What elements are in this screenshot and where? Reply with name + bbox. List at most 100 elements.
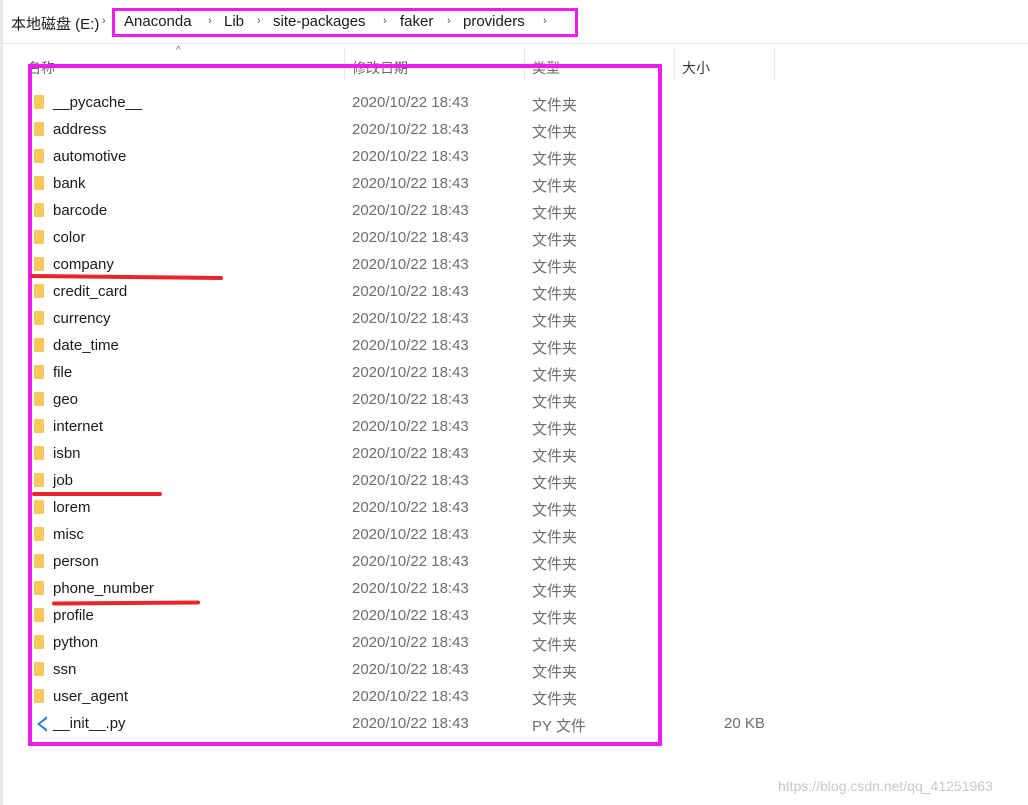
folder-icon (34, 581, 44, 595)
column-header-row: 名称 修改日期 类型 大小 (0, 48, 1028, 82)
file-type: 文件夹 (532, 502, 578, 519)
sort-ascending-icon: ^ (176, 45, 181, 56)
file-name: user_agent (53, 688, 129, 705)
address-bar[interactable]: 本地磁盘 (E:) › Anaconda › Lib › site-packag… (0, 0, 1028, 44)
file-row[interactable]: currency 2020/10/22 18:43 文件夹 (20, 306, 780, 333)
file-row[interactable]: python 2020/10/22 18:43 文件夹 (20, 630, 780, 657)
file-name: automotive (53, 148, 127, 165)
watermark: https://blog.csdn.net/qq_41251963 (778, 778, 993, 794)
python-file-icon (34, 715, 47, 732)
file-row[interactable]: ssn 2020/10/22 18:43 文件夹 (20, 657, 780, 684)
file-size: 20 KB (724, 715, 765, 732)
file-row[interactable]: person 2020/10/22 18:43 文件夹 (20, 549, 780, 576)
folder-icon (34, 95, 44, 109)
file-type: 文件夹 (532, 259, 578, 276)
file-modified-date: 2020/10/22 18:43 (352, 472, 469, 489)
folder-icon (34, 689, 44, 703)
annotation-underline-job (32, 492, 162, 496)
file-modified-date: 2020/10/22 18:43 (352, 607, 469, 624)
file-row[interactable]: user_agent 2020/10/22 18:43 文件夹 (20, 684, 780, 711)
folder-icon (34, 365, 44, 379)
file-name: ssn (53, 661, 77, 678)
file-modified-date: 2020/10/22 18:43 (352, 229, 469, 246)
column-divider[interactable] (774, 48, 775, 80)
column-header-size[interactable]: 大小 (682, 58, 710, 78)
file-type: 文件夹 (532, 475, 578, 492)
file-row[interactable]: __init__.py 2020/10/22 18:43 PY 文件 20 KB (20, 711, 780, 738)
file-row[interactable]: profile 2020/10/22 18:43 文件夹 (20, 603, 780, 630)
file-modified-date: 2020/10/22 18:43 (352, 391, 469, 408)
file-row[interactable]: address 2020/10/22 18:43 文件夹 (20, 117, 780, 144)
breadcrumb-drive[interactable]: 本地磁盘 (E:) (11, 13, 99, 34)
file-name: lorem (53, 499, 91, 516)
file-row[interactable]: file 2020/10/22 18:43 文件夹 (20, 360, 780, 387)
folder-icon (34, 284, 44, 298)
file-modified-date: 2020/10/22 18:43 (352, 526, 469, 543)
file-name: profile (53, 607, 94, 624)
column-divider[interactable] (524, 48, 525, 80)
file-modified-date: 2020/10/22 18:43 (352, 121, 469, 138)
file-name: bank (53, 175, 86, 192)
column-header-type[interactable]: 类型 (532, 58, 560, 78)
chevron-right-icon[interactable]: › (102, 15, 106, 27)
column-divider[interactable] (674, 48, 675, 80)
file-type: 文件夹 (532, 340, 578, 357)
file-row[interactable]: bank 2020/10/22 18:43 文件夹 (20, 171, 780, 198)
folder-icon (34, 635, 44, 649)
folder-icon (34, 446, 44, 460)
folder-icon (34, 311, 44, 325)
file-modified-date: 2020/10/22 18:43 (352, 202, 469, 219)
file-modified-date: 2020/10/22 18:43 (352, 499, 469, 516)
file-row[interactable]: misc 2020/10/22 18:43 文件夹 (20, 522, 780, 549)
file-modified-date: 2020/10/22 18:43 (352, 310, 469, 327)
file-name: date_time (53, 337, 119, 354)
file-type: 文件夹 (532, 124, 578, 141)
file-type: 文件夹 (532, 151, 578, 168)
file-row[interactable]: __pycache__ 2020/10/22 18:43 文件夹 (20, 90, 780, 117)
file-row[interactable]: job 2020/10/22 18:43 文件夹 (20, 468, 780, 495)
file-modified-date: 2020/10/22 18:43 (352, 148, 469, 165)
file-type: 文件夹 (532, 232, 578, 249)
file-row[interactable]: color 2020/10/22 18:43 文件夹 (20, 225, 780, 252)
folder-icon (34, 122, 44, 136)
file-type: 文件夹 (532, 610, 578, 627)
file-type: 文件夹 (532, 583, 578, 600)
column-header-date[interactable]: 修改日期 (352, 58, 408, 78)
file-modified-date: 2020/10/22 18:43 (352, 580, 469, 597)
file-type: 文件夹 (532, 286, 578, 303)
column-header-name[interactable]: 名称 (27, 58, 55, 78)
folder-icon (34, 149, 44, 163)
file-name: file (53, 364, 73, 381)
folder-icon (34, 554, 44, 568)
file-modified-date: 2020/10/22 18:43 (352, 715, 469, 732)
file-row[interactable]: lorem 2020/10/22 18:43 文件夹 (20, 495, 780, 522)
folder-icon (34, 257, 44, 271)
file-name: phone_number (53, 580, 154, 597)
file-row[interactable]: phone_number 2020/10/22 18:43 文件夹 (20, 576, 780, 603)
file-type: 文件夹 (532, 556, 578, 573)
file-type: 文件夹 (532, 394, 578, 411)
file-type: 文件夹 (532, 448, 578, 465)
column-divider[interactable] (344, 48, 345, 80)
folder-icon (34, 608, 44, 622)
folder-icon (34, 419, 44, 433)
folder-icon (34, 527, 44, 541)
file-row[interactable]: internet 2020/10/22 18:43 文件夹 (20, 414, 780, 441)
file-name: python (53, 634, 99, 651)
folder-icon (34, 338, 44, 352)
file-row[interactable]: isbn 2020/10/22 18:43 文件夹 (20, 441, 780, 468)
file-type: 文件夹 (532, 637, 578, 654)
file-modified-date: 2020/10/22 18:43 (352, 553, 469, 570)
file-modified-date: 2020/10/22 18:43 (352, 283, 469, 300)
folder-icon (34, 473, 44, 487)
file-type: 文件夹 (532, 421, 578, 438)
file-row[interactable]: geo 2020/10/22 18:43 文件夹 (20, 387, 780, 414)
file-row[interactable]: automotive 2020/10/22 18:43 文件夹 (20, 144, 780, 171)
file-row[interactable]: credit_card 2020/10/22 18:43 文件夹 (20, 279, 780, 306)
file-name: address (53, 121, 107, 138)
file-row[interactable]: date_time 2020/10/22 18:43 文件夹 (20, 333, 780, 360)
file-modified-date: 2020/10/22 18:43 (352, 256, 469, 273)
file-name: __init__.py (53, 715, 126, 732)
file-row[interactable]: barcode 2020/10/22 18:43 文件夹 (20, 198, 780, 225)
folder-icon (34, 392, 44, 406)
